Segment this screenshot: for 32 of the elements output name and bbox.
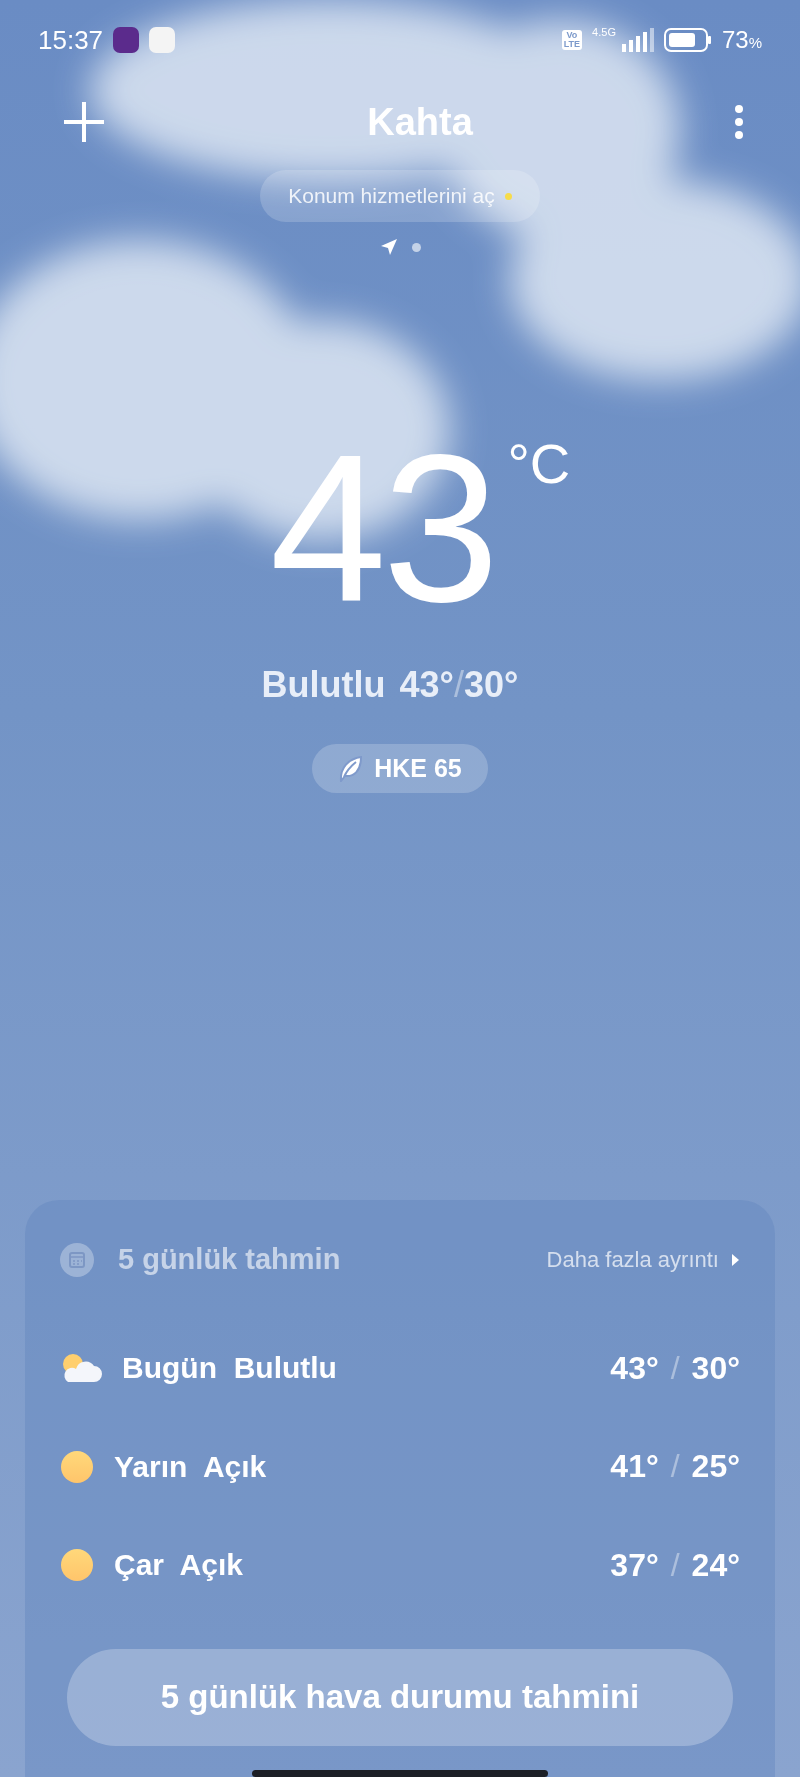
caret-icon bbox=[731, 1252, 740, 1267]
more-details-link[interactable]: Daha fazla ayrıntı bbox=[546, 1246, 740, 1273]
more-menu-icon[interactable] bbox=[734, 104, 744, 140]
forecast-temperature: 43° / 30° bbox=[610, 1349, 740, 1387]
forecast-temperature: 41° / 25° bbox=[610, 1448, 740, 1486]
current-temperature: 43 bbox=[269, 434, 496, 624]
battery-icon bbox=[663, 28, 712, 52]
forecast-day: Yarın Açık bbox=[114, 1449, 267, 1484]
forecast-day: Bugün Bulutlu bbox=[122, 1351, 337, 1386]
add-icon[interactable] bbox=[62, 100, 106, 144]
signal-icon bbox=[619, 28, 654, 52]
location-services-button[interactable]: Konum hizmetlerini aç bbox=[260, 170, 540, 222]
forecast-title: 5 günlük tahmin bbox=[118, 1243, 341, 1276]
sun-icon bbox=[60, 1449, 94, 1484]
temperature-unit: °C bbox=[507, 434, 571, 497]
app-notification-icon bbox=[149, 27, 176, 53]
five-day-forecast-button[interactable]: 5 günlük hava durumu tahmini bbox=[67, 1648, 733, 1747]
forecast-day: Çar Açık bbox=[114, 1548, 243, 1583]
forecast-temperature: 37° / 24° bbox=[610, 1546, 740, 1584]
status-time: 15:37 bbox=[38, 24, 104, 56]
partly-cloudy-icon bbox=[60, 1352, 102, 1385]
sun-icon bbox=[60, 1548, 94, 1583]
page-dot[interactable] bbox=[411, 242, 421, 252]
app-notification-icon bbox=[113, 27, 140, 53]
network-type: 4.5G bbox=[592, 26, 616, 38]
battery-percent: 73% bbox=[721, 26, 762, 54]
location-arrow-icon[interactable] bbox=[379, 238, 398, 256]
calendar-icon bbox=[60, 1242, 94, 1277]
high-low-temperature: 43°/30° bbox=[399, 664, 519, 706]
air-quality-badge[interactable]: HKE 65 bbox=[312, 744, 488, 793]
volte-icon: Vo LTE bbox=[561, 30, 583, 50]
current-condition: Bulutlu bbox=[261, 664, 386, 706]
